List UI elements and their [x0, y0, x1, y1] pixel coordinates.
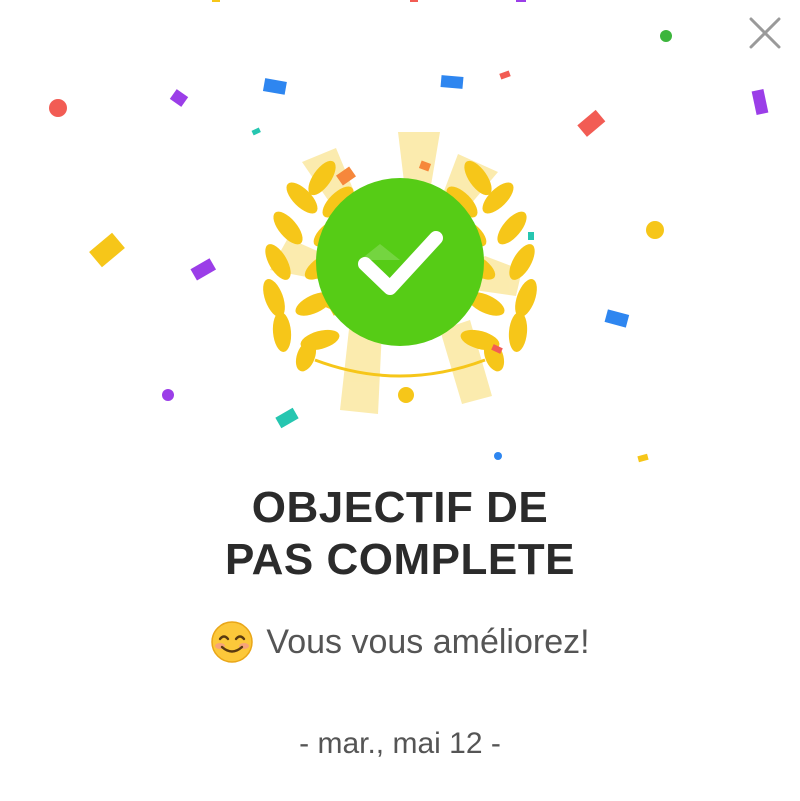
date-label: - mar., mai 12 - [299, 727, 501, 760]
badge-circle [316, 178, 484, 346]
goal-complete-screen: OBJECTIF DE PAS COMPLETE Vous vous améli… [0, 0, 800, 801]
laurel-checkmark-badge-icon [263, 132, 537, 414]
smiling-face-emoji-icon [210, 620, 254, 664]
close-button[interactable] [742, 10, 788, 56]
encouragement-message: Vous vous améliorez! [0, 614, 800, 670]
message-text: Vous vous améliorez! [266, 623, 590, 661]
goal-complete-title: OBJECTIF DE PAS COMPLETE [0, 482, 800, 586]
close-icon [749, 17, 781, 49]
achievement-badge [230, 120, 570, 420]
title-line-1: OBJECTIF DE [251, 483, 549, 532]
title-line-2: PAS COMPLETE [225, 535, 575, 584]
